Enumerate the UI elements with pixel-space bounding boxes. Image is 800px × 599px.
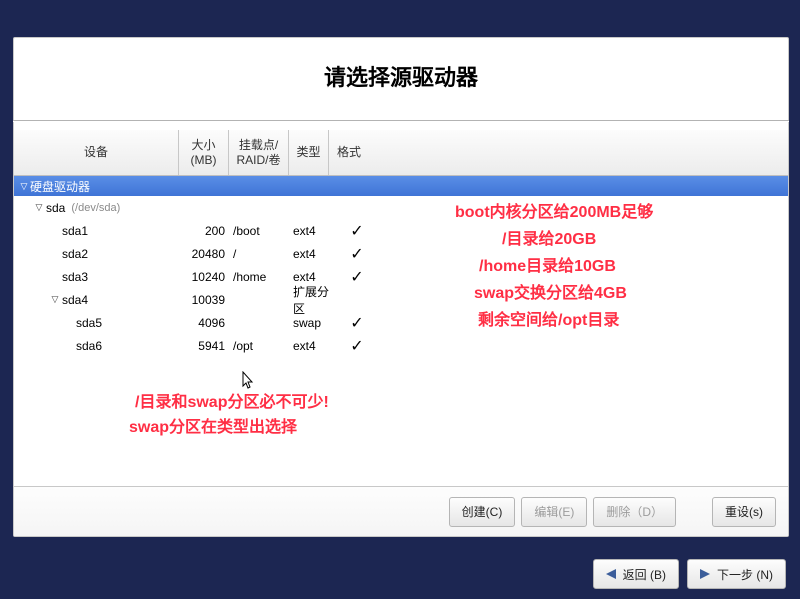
table-body: ▽ 硬盘驱动器 ▽ sda (/dev/sda) sda1200/bootext… [14,176,788,357]
format-checkmark: ✓ [337,244,377,264]
chevron-down-icon: ▽ [18,181,30,192]
partition-type: 扩展分区 [289,283,337,317]
disk-name: sda [46,201,65,215]
partition-name: sda5 [76,316,102,330]
next-button[interactable]: 下一步 (N) [687,559,786,589]
partition-size: 4096 [179,316,229,330]
format-checkmark: ✓ [337,336,377,356]
partition-type: ext4 [289,224,337,238]
partition-name: sda6 [76,339,102,353]
chevron-down-icon: ▽ [32,202,46,213]
partition-size: 10039 [179,293,229,307]
partition-size: 5941 [179,339,229,353]
col-device[interactable]: 设备 [14,130,179,175]
chevron-down-icon: ▽ [48,294,62,305]
partition-name: sda4 [62,293,88,307]
format-checkmark: ✓ [337,267,377,287]
partition-mount: /opt [229,339,289,353]
table-row[interactable]: sda1 200/bootext4✓ [14,219,788,242]
nav-button-bar: 返回 (B) 下一步 (N) [0,549,800,599]
format-checkmark: ✓ [337,313,377,333]
create-button[interactable]: 创建(C) [449,497,516,527]
partition-name: sda3 [62,270,88,284]
table-header: 设备 大小 (MB) 挂载点/ RAID/卷 类型 格式 [14,130,788,176]
partition-mount: /home [229,270,289,284]
table-row[interactable]: sda2 20480/ext4✓ [14,242,788,265]
divider [13,120,789,122]
col-format[interactable]: 格式 [329,130,369,175]
partition-size: 200 [179,224,229,238]
table-row[interactable]: sda5 4096 swap✓ [14,311,788,334]
page-title: 请选择源驱动器 [14,60,788,92]
group-row-hard-drives[interactable]: ▽ 硬盘驱动器 [14,176,788,196]
back-button[interactable]: 返回 (B) [593,559,679,589]
disk-row-sda[interactable]: ▽ sda (/dev/sda) [14,196,788,219]
partition-type: ext4 [289,270,337,284]
edit-button: 编辑(E) [521,497,587,527]
partition-name: sda2 [62,247,88,261]
col-size[interactable]: 大小 (MB) [179,130,229,175]
table-row[interactable]: sda3 10240/homeext4✓ [14,265,788,288]
partition-size: 20480 [179,247,229,261]
group-label: 硬盘驱动器 [30,178,90,195]
table-row[interactable]: sda6 5941/optext4✓ [14,334,788,357]
format-checkmark: ✓ [337,221,377,241]
partition-type: ext4 [289,247,337,261]
partition-type: ext4 [289,339,337,353]
partition-mount: /boot [229,224,289,238]
arrow-right-icon [700,569,710,579]
col-mount[interactable]: 挂载点/ RAID/卷 [229,130,289,175]
partition-name: sda1 [62,224,88,238]
table-row[interactable]: ▽sda410039扩展分区 [14,288,788,311]
disk-path: (/dev/sda) [71,202,120,214]
partition-size: 10240 [179,270,229,284]
arrow-left-icon [606,569,616,579]
main-panel: 请选择源驱动器 设备 大小 (MB) 挂载点/ RAID/卷 类型 格式 ▽ 硬… [13,37,789,537]
col-type[interactable]: 类型 [289,130,329,175]
reset-button[interactable]: 重设(s) [712,497,776,527]
action-button-bar: 创建(C) 编辑(E) 删除（D） 重设(s) [14,486,788,536]
partition-mount: / [229,247,289,261]
partition-table: 设备 大小 (MB) 挂载点/ RAID/卷 类型 格式 ▽ 硬盘驱动器 ▽ s… [14,130,788,484]
partition-type: swap [289,316,337,330]
delete-button: 删除（D） [593,497,676,527]
